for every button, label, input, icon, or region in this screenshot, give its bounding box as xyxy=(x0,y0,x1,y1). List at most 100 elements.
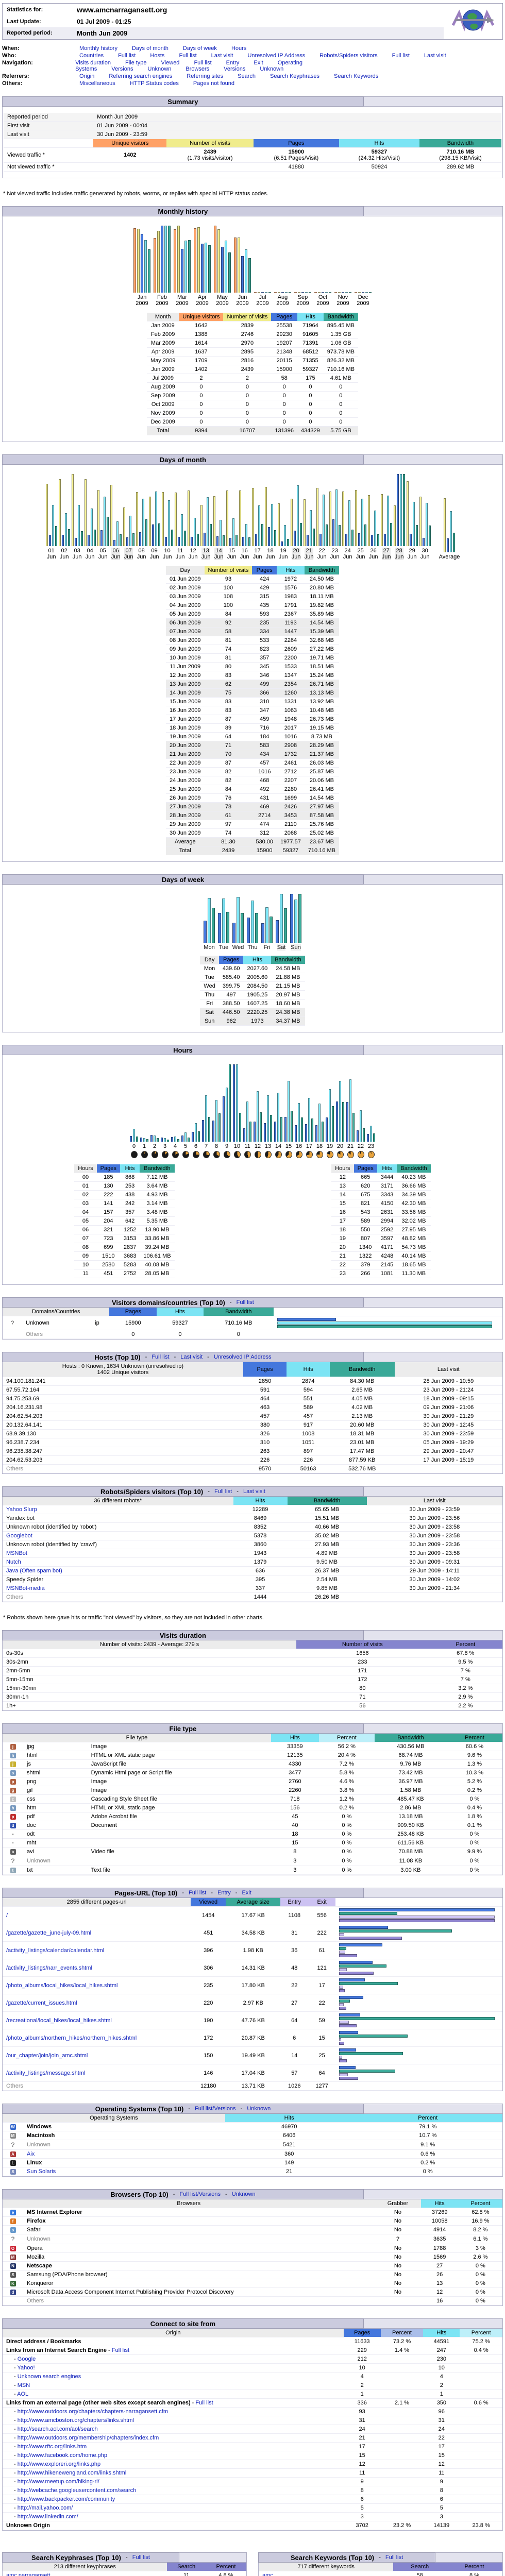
referrer-link[interactable]: http://www.outdoors.org/chapters/chapter… xyxy=(18,2409,168,2415)
robots-link-last-visit[interactable]: Last visit xyxy=(243,1488,265,1495)
referrer-link[interactable]: http://www.linkedin.com/ xyxy=(18,2514,78,2520)
browsers-link-unknown[interactable]: Unknown xyxy=(232,2191,256,2197)
domains-link-full-list[interactable]: Full list xyxy=(237,1299,254,1306)
page-url-link[interactable]: /recreational/local_hikes/local_hikes.sh… xyxy=(6,2018,112,2024)
nav-link-origin[interactable]: Origin xyxy=(79,73,94,79)
pages-url-link-entry[interactable]: Entry xyxy=(217,1890,231,1896)
day-group: 30 Jun xyxy=(419,497,431,560)
nav-link-search[interactable]: Search xyxy=(238,73,256,79)
page-url-link[interactable]: /activity_listings/message.shtml xyxy=(6,2070,85,2076)
origin-full-list-link[interactable]: Full list xyxy=(195,2400,213,2406)
value-cell: 310 xyxy=(260,699,270,705)
os-name-link[interactable]: Aix xyxy=(27,2151,35,2157)
nav-link-versions[interactable]: Versions xyxy=(111,66,133,72)
nav-link-hours[interactable]: Hours xyxy=(231,45,246,52)
nav-link-viewed[interactable]: Viewed xyxy=(161,60,180,66)
robot-link[interactable]: MSNBot-media xyxy=(6,1585,45,1591)
nav-link-countries[interactable]: Countries xyxy=(79,53,104,59)
robot-link[interactable]: Java (Often spam bot) xyxy=(6,1568,62,1574)
pages-url-link-full-list[interactable]: Full list xyxy=(189,1890,206,1896)
nav-link-http-status-codes[interactable]: HTTP Status codes xyxy=(130,80,179,87)
host-hits: 589 xyxy=(303,1404,313,1411)
hosts-link-last-visit[interactable]: Last visit xyxy=(180,1354,203,1360)
nav-link-browsers[interactable]: Browsers xyxy=(186,66,209,72)
page-url-link[interactable]: /gazette/gazette_june-july-09.html xyxy=(6,1930,91,1936)
cell xyxy=(460,2364,502,2372)
hour-label: 18 xyxy=(316,1143,323,1149)
robots-link-full-list[interactable]: Full list xyxy=(214,1488,232,1495)
page-url-link[interactable]: / xyxy=(6,1912,8,1919)
referrer-link[interactable]: Unknown search engines xyxy=(18,2374,81,2380)
chart-bar xyxy=(243,1128,245,1142)
page-url-link[interactable]: /our_chapter/join/join_amc.shtml xyxy=(6,2053,88,2059)
search-keywords-term-link[interactable]: amc xyxy=(262,2572,273,2576)
pages-url-link-exit[interactable]: Exit xyxy=(242,1890,251,1896)
nav-link-search-keywords[interactable]: Search Keywords xyxy=(334,73,378,79)
referrer-link[interactable]: AOL xyxy=(17,2391,28,2397)
nav-link-unresolved-ip-address[interactable]: Unresolved IP Address xyxy=(247,53,305,59)
nav-link-days-of-week[interactable]: Days of week xyxy=(183,45,217,52)
search-keywords-link-full-list[interactable]: Full list xyxy=(385,2554,403,2561)
origin-full-list-link[interactable]: Full list xyxy=(112,2347,129,2353)
referrer-link[interactable]: http://www.amcboston.org/chapters/links.… xyxy=(18,2417,134,2424)
robot-link[interactable]: Yahoo Slurp xyxy=(6,1506,37,1513)
hour-label: 0 xyxy=(132,1143,136,1149)
nav-link-last-visit[interactable]: Last visit xyxy=(424,53,446,59)
operating-systems-link-unknown[interactable]: Unknown xyxy=(247,2106,271,2112)
nav-link-full-list[interactable]: Full list xyxy=(179,53,196,59)
nav-link-exit[interactable]: Exit xyxy=(254,60,263,66)
nav-link-days-of-month[interactable]: Days of month xyxy=(132,45,169,52)
search-keyphrases-link-full-list[interactable]: Full list xyxy=(132,2554,150,2561)
referrer-link[interactable]: Yahoo! xyxy=(18,2365,35,2371)
nav-link-last-visit[interactable]: Last visit xyxy=(211,53,233,59)
nav-link-miscellaneous[interactable]: Miscellaneous xyxy=(79,80,115,87)
nav-link-monthly-history[interactable]: Monthly history xyxy=(79,45,117,52)
hosts-link-unresolved-ip-address[interactable]: Unresolved IP Address xyxy=(214,1354,272,1360)
visits-duration-title-text: Visits duration xyxy=(159,1631,206,1639)
value-cell: 83 xyxy=(225,699,232,705)
referrer-link[interactable]: MSN xyxy=(18,2382,30,2388)
nav-link-referring-search-engines[interactable]: Referring search engines xyxy=(109,73,172,79)
referrer-link[interactable]: http://search.aol.com/aol/search xyxy=(18,2426,98,2432)
nav-link-full-list[interactable]: Full list xyxy=(118,53,136,59)
referrer-link[interactable]: http://www.exploreri.org/links.php xyxy=(18,2461,100,2467)
robot-link[interactable]: Nutch xyxy=(6,1559,21,1565)
nav-link-visits-duration[interactable]: Visits duration xyxy=(75,60,111,66)
page-url-link[interactable]: /activity_listings/narr_events.shtml xyxy=(6,1965,92,1971)
robot-link[interactable]: Googlebot xyxy=(6,1533,32,1539)
browsers-link-full-list-versions[interactable]: Full list/Versions xyxy=(179,2191,220,2197)
nav-link-pages-not-found[interactable]: Pages not found xyxy=(193,80,234,87)
referrer-link[interactable]: http://mail.yahoo.com/ xyxy=(18,2505,73,2511)
operating-systems-link-full-list-versions[interactable]: Full list/Versions xyxy=(195,2106,235,2112)
page-url-link[interactable]: /photo_albums/local_hikes/local_hikes.sh… xyxy=(6,1982,117,1989)
nav-link-versions[interactable]: Versions xyxy=(224,66,245,72)
nav-link-hosts[interactable]: Hosts xyxy=(150,53,164,59)
referrer-link[interactable]: http://www.hikenewengland.com/links.shtm… xyxy=(18,2470,127,2476)
nav-link-full-list[interactable]: Full list xyxy=(194,60,211,66)
referrer-link[interactable]: http://webcache.googleusercontent.com/se… xyxy=(18,2487,137,2494)
hosts-link-full-list[interactable]: Full list xyxy=(152,1354,169,1360)
robot-link[interactable]: MSNBot xyxy=(6,1550,27,1556)
nav-link-unknown[interactable]: Unknown xyxy=(260,66,283,72)
page-url-link[interactable]: /gazette/current_issues.html xyxy=(6,2000,77,2006)
day-cell: 25 Jun 2009 xyxy=(169,786,201,792)
nav-link-entry[interactable]: Entry xyxy=(226,60,240,66)
referrer-link[interactable]: Google xyxy=(18,2356,36,2362)
os-name-link[interactable]: Sun Solaris xyxy=(27,2168,56,2175)
referrer-link[interactable]: http://www.outdoors.org/membership/chapt… xyxy=(18,2435,159,2441)
cell: Percent xyxy=(458,2199,502,2208)
referrer-link[interactable]: http://www.rftc.org/links.htm xyxy=(18,2444,87,2450)
search-keyphrases-term-link[interactable]: amc narragansett xyxy=(6,2572,50,2576)
referrer-link[interactable]: http://www.backpacker.com/community xyxy=(18,2496,115,2502)
day-cell: 15 Jun 2009 xyxy=(169,699,201,705)
nav-link-robots-spiders-visitors[interactable]: Robots/Spiders visitors xyxy=(319,53,378,59)
nav-link-file-type[interactable]: File type xyxy=(125,60,147,66)
referrer-link[interactable]: http://www.facebook.com/home.php xyxy=(18,2452,107,2459)
nav-link-unknown[interactable]: Unknown xyxy=(147,66,171,72)
nav-link-search-keyphrases[interactable]: Search Keyphrases xyxy=(270,73,319,79)
nav-link-full-list[interactable]: Full list xyxy=(392,53,410,59)
nav-link-referring-sites[interactable]: Referring sites xyxy=(187,73,223,79)
referrer-link[interactable]: http://www.meetup.com/hiking-ri/ xyxy=(18,2479,99,2485)
page-url-link[interactable]: /photo_albums/northern_hikes/northern_hi… xyxy=(6,2035,137,2041)
page-url-link[interactable]: /activity_listings/calendar/calendar.htm… xyxy=(6,1947,104,1954)
